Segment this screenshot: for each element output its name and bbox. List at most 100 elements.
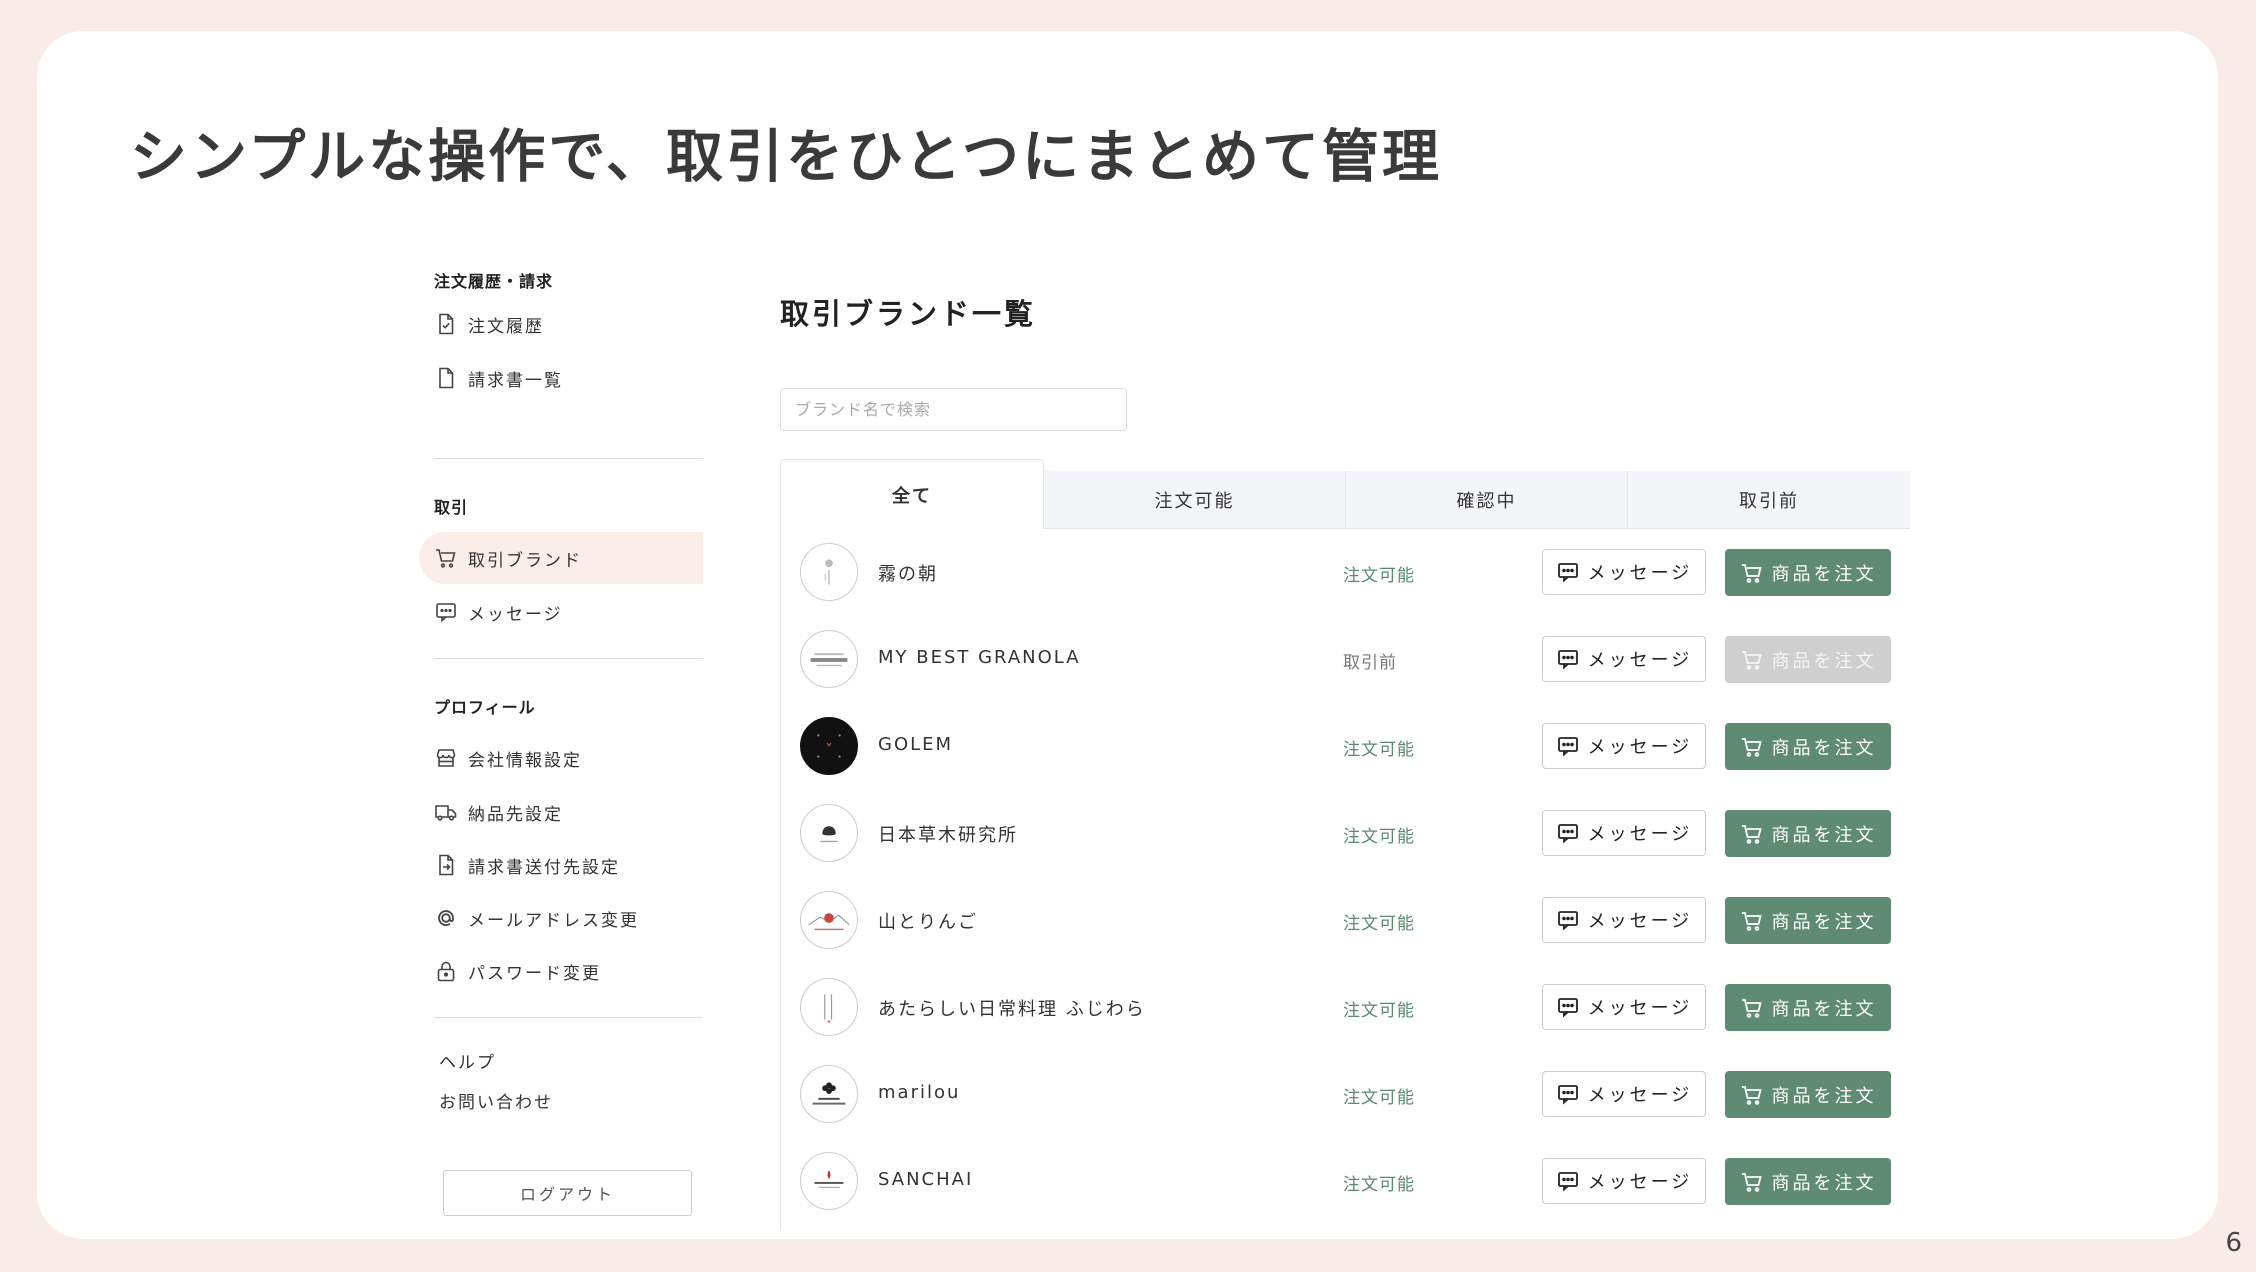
table-row: MY BEST GRANOLA 取引前 メッセージ 商品を注文 [781, 616, 1910, 703]
cart-icon [1741, 1085, 1762, 1105]
order-button-label: 商品を注文 [1771, 650, 1877, 672]
sidebar-item-company[interactable]: 会社情報設定 [419, 732, 703, 784]
sidebar-item-invoices[interactable]: 請求書一覧 [419, 352, 703, 404]
sidebar-item-label: 注文履歴 [468, 316, 544, 337]
sidebar-divider [434, 1017, 703, 1018]
sidebar-item-messages[interactable]: メッセージ [419, 586, 703, 638]
my-best-granola-logo-icon [810, 653, 848, 667]
brand-name[interactable]: 山とりんご [878, 908, 978, 934]
status-label: 注文可能 [1343, 1001, 1415, 1021]
message-button-label: メッセージ [1587, 1172, 1693, 1193]
sidebar-item-email[interactable]: メールアドレス変更 [419, 892, 703, 944]
message-icon [1557, 998, 1578, 1018]
message-button[interactable]: メッセージ [1542, 810, 1706, 856]
tab-pre-trade[interactable]: 取引前 [1628, 471, 1910, 529]
slide-card: シンプルな操作で、取引をひとつにまとめて管理 注文履歴・請求 注文履歴 請求書一… [37, 31, 2218, 1239]
brand-name[interactable]: 日本草木研究所 [878, 821, 1018, 847]
brand-table: 霧の朝 注文可能 メッセージ 商品を注文 MY BEST GRANOLA 取引前 [780, 529, 1910, 1229]
message-icon [1557, 1172, 1578, 1192]
message-icon [1557, 737, 1578, 757]
status-label: 注文可能 [1343, 566, 1415, 586]
sanchai-logo-icon [814, 1170, 844, 1188]
table-row: 日本草木研究所 注文可能 メッセージ 商品を注文 [781, 790, 1910, 877]
help-link[interactable]: ヘルプ [439, 1048, 496, 1073]
cart-icon [1741, 824, 1762, 844]
order-button[interactable]: 商品を注文 [1725, 723, 1891, 770]
contact-link[interactable]: お問い合わせ [439, 1088, 553, 1113]
at-icon [438, 910, 454, 926]
brand-search-input[interactable] [780, 388, 1127, 431]
logout-button[interactable]: ログアウト [443, 1170, 692, 1216]
message-button[interactable]: メッセージ [1542, 1158, 1706, 1204]
order-button[interactable]: 商品を注文 [1725, 1158, 1891, 1205]
message-button[interactable]: メッセージ [1542, 723, 1706, 769]
status-label: 注文可能 [1343, 740, 1415, 760]
brand-logo [800, 717, 858, 775]
sidebar-item-brands[interactable]: 取引ブランド [419, 532, 703, 584]
order-button[interactable]: 商品を注文 [1725, 984, 1891, 1031]
brand-logo [800, 543, 858, 601]
order-button[interactable]: 商品を注文 [1725, 897, 1891, 944]
golem-logo-icon [802, 719, 856, 773]
sidebar-item-label: 請求書送付先設定 [468, 857, 620, 878]
section-title-trade: 取引 [434, 498, 469, 517]
order-button[interactable]: 商品を注文 [1725, 549, 1891, 596]
brand-logo [800, 1065, 858, 1123]
cart-icon [1741, 563, 1762, 583]
brand-name[interactable]: 霧の朝 [878, 560, 938, 586]
message-button-label: メッセージ [1587, 998, 1693, 1019]
order-button[interactable]: 商品を注文 [1725, 1071, 1891, 1118]
message-button-label: メッセージ [1587, 911, 1693, 932]
brand-logo [800, 978, 858, 1036]
table-row: SANCHAI 注文可能 メッセージ 商品を注文 [781, 1138, 1910, 1225]
message-icon [1557, 563, 1578, 583]
truck-icon [435, 805, 457, 821]
message-button-label: メッセージ [1587, 650, 1693, 671]
sidebar-item-delivery[interactable]: 納品先設定 [419, 786, 703, 838]
tab-all[interactable]: 全て [780, 459, 1044, 529]
order-button-label: 商品を注文 [1771, 1172, 1877, 1194]
cart-icon [1741, 737, 1762, 757]
message-icon [436, 603, 456, 623]
brand-name[interactable]: GOLEM [878, 734, 953, 755]
cart-icon [1741, 1172, 1762, 1192]
brand-name[interactable]: MY BEST GRANOLA [878, 647, 1081, 668]
message-button[interactable]: メッセージ [1542, 1071, 1706, 1117]
message-button[interactable]: メッセージ [1542, 897, 1706, 943]
message-button-label: メッセージ [1587, 737, 1693, 758]
sidebar-divider [434, 658, 703, 659]
page-title: 取引ブランド一覧 [780, 297, 1037, 331]
sidebar-item-order-history[interactable]: 注文履歴 [419, 298, 703, 350]
tab-orderable[interactable]: 注文可能 [1044, 471, 1346, 529]
status-label: 注文可能 [1343, 914, 1415, 934]
kiri-no-asa-logo-icon [824, 559, 833, 585]
sidebar-item-password[interactable]: パスワード変更 [419, 945, 703, 997]
tab-reviewing[interactable]: 確認中 [1346, 471, 1628, 529]
invoice-icon [439, 367, 454, 389]
message-button[interactable]: メッセージ [1542, 636, 1706, 682]
brand-name[interactable]: あたらしい日常料理 ふじわら [878, 995, 1146, 1021]
message-button[interactable]: メッセージ [1542, 549, 1706, 595]
brand-name[interactable]: marilou [878, 1082, 960, 1103]
status-label: 取引前 [1343, 653, 1397, 673]
invoice-send-icon [439, 854, 454, 876]
status-label: 注文可能 [1343, 827, 1415, 847]
status-label: 注文可能 [1343, 1088, 1415, 1108]
section-title-profile: プロフィール [434, 698, 536, 717]
status-label: 注文可能 [1343, 1175, 1415, 1195]
sidebar-item-label: 請求書一覧 [468, 370, 563, 391]
sidebar-item-label: メッセージ [468, 604, 563, 625]
cart-icon [436, 549, 456, 568]
message-button-label: メッセージ [1587, 824, 1693, 845]
message-icon [1557, 1085, 1578, 1105]
brand-name[interactable]: SANCHAI [878, 1169, 973, 1190]
message-button[interactable]: メッセージ [1542, 984, 1706, 1030]
order-button-label: 商品を注文 [1771, 1085, 1877, 1107]
sidebar-item-label: パスワード変更 [468, 963, 601, 984]
cart-icon [1741, 911, 1762, 931]
order-button-label: 商品を注文 [1771, 563, 1877, 585]
table-row: 霧の朝 注文可能 メッセージ 商品を注文 [781, 529, 1910, 616]
order-button[interactable]: 商品を注文 [1725, 810, 1891, 857]
slide-headline: シンプルな操作で、取引をひとつにまとめて管理 [130, 124, 1443, 190]
sidebar-item-invoice-address[interactable]: 請求書送付先設定 [419, 839, 703, 891]
